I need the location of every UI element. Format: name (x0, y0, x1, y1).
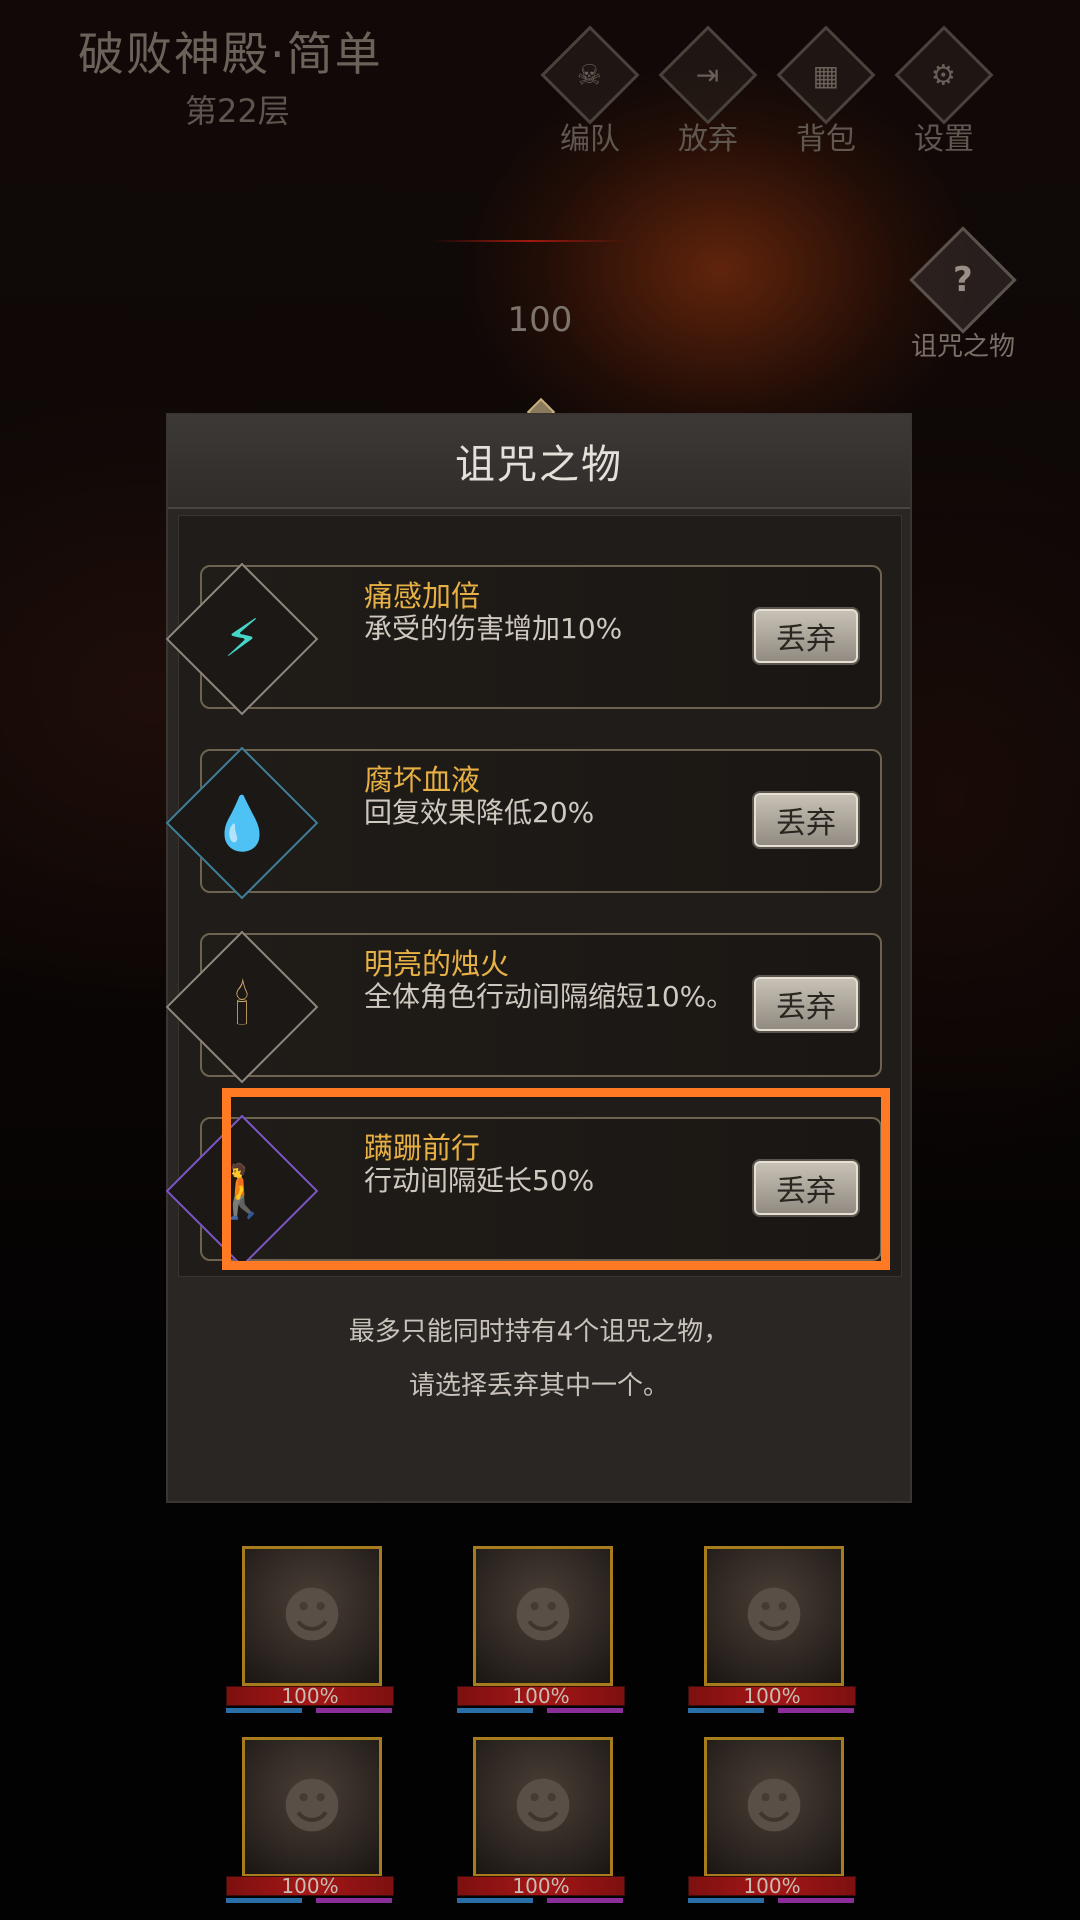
lightning-figure-icon: ⚡ (223, 609, 261, 669)
hero-portrait[interactable]: ☻ (242, 1546, 382, 1686)
dialog-footer: 最多只能同时持有4个诅咒之物， 请选择丢弃其中一个。 (168, 1305, 910, 1413)
curse-item: ⚡ 痛感加倍 承受的伤害增加10% 丢弃 (165, 562, 882, 716)
team-icon: ☠ (540, 25, 640, 125)
team-button[interactable]: ☠ 编队 (540, 25, 640, 158)
curse-item: 🕯 明亮的烛火 全体角色行动间隔缩短10%。 丢弃 (165, 930, 882, 1084)
hero-icon: ☻ (280, 1581, 344, 1651)
bag-icon: ▦ (776, 25, 876, 125)
exit-icon: ⇥ (658, 25, 758, 125)
hero-mp-bar (457, 1898, 533, 1903)
bag-button[interactable]: ▦ 背包 (776, 25, 876, 158)
settings-button[interactable]: ⚙ 设置 (894, 25, 994, 158)
hero-rage-bar (547, 1898, 623, 1903)
discard-button[interactable]: 丢弃 (752, 975, 860, 1033)
hero-mp-bar (457, 1708, 533, 1713)
floor-label: 第22层 (185, 92, 290, 130)
hero-rage-bar (778, 1898, 854, 1903)
hero-icon: ☻ (511, 1581, 575, 1651)
hero-rage-bar (778, 1708, 854, 1713)
hero-rage-bar (316, 1708, 392, 1713)
candelabra-icon: 🕯 (234, 976, 250, 1037)
dialog-title: 诅咒之物 (455, 442, 623, 488)
selection-highlight (222, 1088, 890, 1270)
hero-mp-bar (226, 1898, 302, 1903)
hero-portrait[interactable]: ☻ (242, 1737, 382, 1877)
abandon-button[interactable]: ⇥ 放弃 (658, 25, 758, 158)
hero-hp-bar: 100% (226, 1876, 394, 1896)
discard-button[interactable]: 丢弃 (752, 607, 860, 665)
curse-item-desc: 全体角色行动间隔缩短10%。 (364, 980, 735, 1013)
hero-portrait[interactable]: ☻ (473, 1737, 613, 1877)
hero-hp-bar: 100% (457, 1686, 625, 1706)
hero-icon: ☻ (742, 1772, 806, 1842)
curse-items-button[interactable]: ? 诅咒之物 (908, 226, 1018, 363)
hero-hp-bar: 100% (688, 1876, 856, 1896)
hero-hp-bar: 100% (226, 1686, 394, 1706)
hero-rage-bar (316, 1898, 392, 1903)
hero-hp-bar: 100% (688, 1686, 856, 1706)
hero-icon: ☻ (280, 1772, 344, 1842)
hero-rage-bar (547, 1708, 623, 1713)
hero-portrait[interactable]: ☻ (473, 1546, 613, 1686)
discard-button[interactable]: 丢弃 (752, 791, 860, 849)
hero-hp-bar: 100% (457, 1876, 625, 1896)
hero-mp-bar (226, 1708, 302, 1713)
footer-line-2: 请选择丢弃其中一个。 (408, 1371, 669, 1401)
hero-mp-bar (688, 1898, 764, 1903)
hero-portrait[interactable]: ☻ (704, 1546, 844, 1686)
divider-glow (430, 240, 630, 242)
hero-portrait[interactable]: ☻ (704, 1737, 844, 1877)
curse-item-desc: 回复效果降低20% (364, 796, 595, 829)
dialog-header: 诅咒之物 (168, 415, 910, 509)
hero-icon: ☻ (742, 1581, 806, 1651)
hero-mp-bar (688, 1708, 764, 1713)
dungeon-title: 破败神殿·简单 (78, 27, 383, 81)
question-icon: ? (909, 226, 1017, 334)
footer-line-1: 最多只能同时持有4个诅咒之物， (348, 1317, 730, 1347)
counter-value: 100 (507, 300, 573, 340)
gear-icon: ⚙ (894, 25, 994, 125)
blood-drop-icon: 💧 (209, 793, 275, 854)
curse-item: 💧 腐坏血液 回复效果降低20% 丢弃 (165, 746, 882, 900)
curse-item-desc: 承受的伤害增加10% (364, 612, 623, 645)
hero-icon: ☻ (511, 1772, 575, 1842)
